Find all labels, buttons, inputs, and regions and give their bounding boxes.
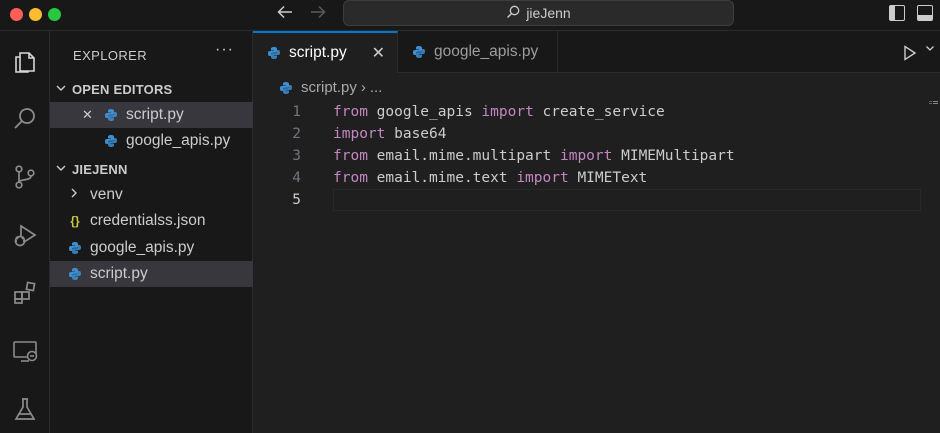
code-text: from email.mime.text import MIMEText [333, 167, 647, 189]
minimap[interactable] [929, 101, 939, 105]
code-keyword: from [333, 104, 368, 120]
open-editor-label: script.py [126, 106, 184, 123]
code-line[interactable]: 1 from google_apis import create_service [253, 101, 940, 123]
tree-item-label: credentialss.json [90, 212, 206, 229]
chevron-down-icon [50, 162, 72, 177]
code-keyword: import [333, 126, 386, 142]
line-number: 5 [292, 192, 301, 208]
open-editors-label: OPEN EDITORS [72, 81, 173, 97]
python-file-icon [412, 45, 426, 59]
code-text: from google_apis import create_service [333, 101, 665, 123]
maximize-window-button[interactable] [48, 8, 61, 21]
code-editor[interactable]: 1 from google_apis import create_service 2… [253, 101, 940, 211]
code-keyword: from [333, 170, 368, 186]
tab-bar: script.py ✕ google_apis.py [253, 31, 940, 73]
open-editor-item-script[interactable]: ✕ script.py [50, 102, 253, 128]
arrow-right-icon[interactable] [309, 3, 327, 26]
command-center-label: jieJenn [526, 5, 571, 21]
chevron-down-icon[interactable] [925, 43, 935, 56]
close-window-button[interactable] [10, 8, 23, 21]
python-file-icon [68, 267, 82, 281]
tab-google-apis-py[interactable]: google_apis.py [398, 31, 558, 73]
chevron-right-icon [68, 186, 90, 204]
remote-explorer-icon[interactable] [7, 333, 43, 369]
python-file-icon [267, 46, 281, 60]
tree-item-label: venv [90, 186, 123, 203]
command-center-search[interactable]: jieJenn [343, 0, 734, 26]
breadcrumb-file[interactable]: script.py [301, 79, 357, 96]
explorer-sidebar: EXPLORER ··· OPEN EDITORS ✕ script.py go… [50, 31, 253, 433]
breadcrumb: script.py › ... [279, 79, 382, 96]
code-keyword: import [559, 148, 613, 164]
minimize-window-button[interactable] [29, 8, 42, 21]
more-actions-icon[interactable]: ··· [215, 41, 234, 59]
open-editor-item-google-apis[interactable]: google_apis.py [50, 128, 253, 154]
activity-bar [0, 31, 50, 433]
tab-label: google_apis.py [434, 43, 539, 60]
breadcrumb-separator: › [360, 79, 366, 96]
tree-item-label: google_apis.py [90, 239, 195, 256]
code-line[interactable]: 4 from email.mime.text import MIMEText [253, 167, 940, 189]
tree-item-google-apis[interactable]: google_apis.py [50, 235, 253, 261]
code-text: import base64 [333, 123, 447, 145]
python-file-icon [104, 108, 118, 122]
close-icon[interactable]: ✕ [82, 107, 104, 123]
tab-label: script.py [289, 44, 347, 61]
tree-item-label: script.py [90, 265, 148, 282]
python-file-icon [279, 81, 293, 95]
title-bar: jieJenn [0, 0, 940, 31]
tree-item-venv[interactable]: venv [50, 182, 253, 208]
source-control-icon[interactable] [7, 159, 43, 195]
python-file-icon [68, 241, 82, 255]
folder-label: JIEJENN [72, 161, 128, 177]
arrow-left-icon[interactable] [276, 3, 294, 26]
explorer-icon[interactable] [7, 43, 43, 79]
testing-icon[interactable] [7, 391, 43, 427]
extensions-icon[interactable] [7, 275, 43, 311]
toggle-sidebar-icon[interactable] [889, 5, 905, 21]
code-text: from email.mime.multipart import MIMEMul… [333, 145, 735, 167]
breadcrumb-symbols[interactable]: ... [370, 79, 383, 96]
run-python-file-button[interactable] [903, 45, 917, 66]
line-number: 3 [292, 148, 301, 164]
code-keyword: from [333, 148, 368, 164]
sidebar-title: EXPLORER [73, 48, 148, 63]
open-editors-section[interactable]: OPEN EDITORS [50, 78, 253, 100]
code-token: MIMEMultipart [612, 148, 735, 164]
run-debug-icon[interactable] [7, 217, 43, 253]
close-icon[interactable]: ✕ [372, 43, 385, 63]
toggle-panel-icon[interactable] [917, 5, 933, 21]
code-token: email.mime.text [367, 170, 517, 186]
code-line[interactable]: 3 from email.mime.multipart import MIMEMu… [253, 145, 940, 167]
tree-item-script[interactable]: script.py [50, 261, 253, 287]
code-token: create_service [533, 104, 665, 120]
code-token: base64 [385, 126, 447, 142]
line-number: 4 [292, 170, 301, 186]
current-line-highlight [333, 189, 921, 211]
code-line[interactable]: 2 import base64 [253, 123, 940, 145]
json-file-icon: {} [70, 214, 80, 228]
code-token: MIMEText [568, 170, 648, 186]
code-line[interactable]: 5 [253, 189, 940, 211]
python-file-icon [104, 134, 118, 148]
search-icon[interactable] [7, 101, 43, 137]
code-keyword: import [516, 170, 569, 186]
search-icon [506, 5, 520, 22]
open-editor-label: google_apis.py [126, 132, 231, 149]
line-number: 2 [292, 126, 301, 142]
editor-area: script.py ✕ google_apis.py script.py › .… [253, 31, 940, 433]
code-token: email.mime.multipart [367, 148, 560, 164]
code-token: google_apis [367, 104, 482, 120]
tree-item-credentials[interactable]: {} credentialss.json [50, 208, 253, 234]
code-keyword: import [481, 104, 534, 120]
folder-section-jiejenn[interactable]: JIEJENN [50, 158, 253, 180]
chevron-down-icon [50, 82, 72, 97]
line-number: 1 [292, 104, 301, 120]
tab-script-py[interactable]: script.py ✕ [253, 31, 398, 73]
